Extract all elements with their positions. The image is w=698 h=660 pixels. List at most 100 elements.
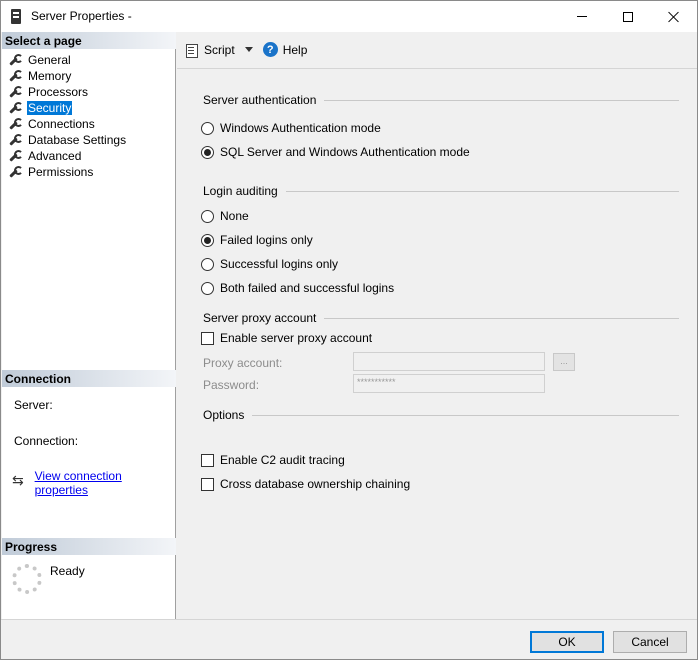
- enable-proxy-label: Enable server proxy account: [220, 331, 373, 345]
- group-divider: [252, 414, 679, 416]
- page-label: Advanced: [28, 149, 82, 163]
- server-auth-group: Server authentication: [203, 93, 679, 107]
- audit-both-radio[interactable]: [201, 281, 214, 295]
- enable-proxy-checkbox[interactable]: [201, 331, 214, 345]
- progress-spinner-icon: [12, 564, 42, 594]
- server-auth-title: Server authentication: [203, 93, 317, 107]
- wrench-icon: [7, 117, 23, 131]
- page-item-security[interactable]: Security: [7, 100, 127, 116]
- help-button[interactable]: Help: [283, 43, 308, 57]
- group-divider: [324, 99, 679, 101]
- close-button[interactable]: [651, 1, 697, 32]
- wrench-icon: [7, 53, 23, 67]
- proxy-title: Server proxy account: [203, 311, 317, 325]
- password-field[interactable]: ***********: [353, 374, 545, 393]
- security-page: Server authentication Windows Authentica…: [177, 70, 697, 619]
- wrench-icon: [7, 101, 23, 115]
- group-divider: [324, 317, 679, 319]
- proxy-group: Server proxy account: [203, 311, 679, 325]
- windows-auth-radio[interactable]: [201, 121, 214, 135]
- page-item-connections[interactable]: Connections: [7, 116, 127, 132]
- maximize-button[interactable]: [605, 1, 651, 32]
- group-divider: [285, 190, 679, 192]
- login-auditing-group: Login auditing: [203, 184, 679, 198]
- progress-row: Ready: [12, 564, 85, 594]
- audit-both-label: Both failed and successful logins: [220, 281, 395, 295]
- c2-audit-label: Enable C2 audit tracing: [220, 453, 345, 467]
- enable-proxy-option[interactable]: Enable server proxy account: [201, 331, 372, 345]
- page-label: General: [28, 53, 71, 67]
- wrench-icon: [7, 85, 23, 99]
- proxy-browse-button[interactable]: ...: [553, 353, 575, 371]
- ok-button[interactable]: OK: [530, 631, 604, 653]
- script-dropdown-icon[interactable]: [244, 47, 253, 52]
- help-icon: ?: [262, 42, 278, 57]
- server-properties-dialog: Server Properties - Select a page Genera…: [0, 0, 698, 660]
- script-icon: [185, 43, 198, 58]
- page-label: Security: [27, 101, 73, 115]
- page-item-database-settings[interactable]: Database Settings: [7, 132, 127, 148]
- cancel-button[interactable]: Cancel: [613, 631, 687, 653]
- connection-header: Connection: [2, 370, 176, 387]
- page-label: Permissions: [28, 165, 94, 179]
- select-page-header: Select a page: [2, 32, 176, 49]
- login-auditing-title: Login auditing: [203, 184, 278, 198]
- page-label: Processors: [28, 85, 89, 99]
- cross-db-label: Cross database ownership chaining: [220, 477, 411, 491]
- audit-failed-label: Failed logins only: [220, 233, 313, 247]
- options-group: Options: [203, 408, 679, 422]
- proxy-account-label: Proxy account:: [203, 356, 283, 370]
- audit-failed-radio[interactable]: [201, 233, 214, 247]
- c2-audit-checkbox[interactable]: [201, 453, 214, 467]
- button-bar: OK Cancel: [1, 619, 697, 659]
- wrench-icon: [7, 149, 23, 163]
- view-connection-properties-link[interactable]: View connection properties: [35, 469, 175, 497]
- audit-failed-option[interactable]: Failed logins only: [201, 233, 313, 247]
- page-label: Connections: [28, 117, 95, 131]
- progress-header: Progress: [2, 538, 176, 555]
- options-title: Options: [203, 408, 245, 422]
- audit-none-option[interactable]: None: [201, 209, 249, 223]
- audit-successful-label: Successful logins only: [220, 257, 339, 271]
- left-pane: Select a page General Memory Processors …: [2, 32, 176, 619]
- audit-none-radio[interactable]: [201, 209, 214, 223]
- page-label: Database Settings: [28, 133, 127, 147]
- mixed-auth-radio[interactable]: [201, 145, 214, 159]
- minimize-button[interactable]: [559, 1, 605, 32]
- mixed-auth-option[interactable]: SQL Server and Windows Authentication mo…: [201, 145, 470, 159]
- progress-status: Ready: [50, 564, 85, 578]
- page-item-permissions[interactable]: Permissions: [7, 164, 127, 180]
- minimize-icon: [577, 16, 587, 17]
- windows-auth-label: Windows Authentication mode: [220, 121, 381, 135]
- audit-none-label: None: [220, 209, 249, 223]
- cross-db-checkbox[interactable]: [201, 477, 214, 491]
- cross-db-option[interactable]: Cross database ownership chaining: [201, 477, 410, 491]
- window-title: Server Properties -: [31, 9, 132, 23]
- windows-auth-option[interactable]: Windows Authentication mode: [201, 121, 381, 135]
- page-item-general[interactable]: General: [7, 52, 127, 68]
- script-button[interactable]: Script: [204, 43, 235, 57]
- server-icon: [11, 9, 21, 24]
- wrench-icon: [7, 69, 23, 83]
- page-label: Memory: [28, 69, 72, 83]
- view-connection-row: View connection properties: [12, 469, 175, 497]
- page-item-processors[interactable]: Processors: [7, 84, 127, 100]
- password-label: Password:: [203, 378, 260, 392]
- audit-successful-option[interactable]: Successful logins only: [201, 257, 338, 271]
- toolbar-row: Script ? Help: [185, 42, 308, 58]
- mixed-auth-label: SQL Server and Windows Authentication mo…: [220, 145, 470, 159]
- connection-properties-icon: [12, 473, 28, 490]
- maximize-icon: [623, 11, 633, 22]
- server-label: Server:: [14, 398, 53, 412]
- audit-both-option[interactable]: Both failed and successful logins: [201, 281, 394, 295]
- page-item-advanced[interactable]: Advanced: [7, 148, 127, 164]
- proxy-account-field[interactable]: [353, 352, 545, 371]
- wrench-icon: [7, 165, 23, 179]
- toolbar: Script ? Help: [177, 32, 697, 69]
- audit-successful-radio[interactable]: [201, 257, 214, 271]
- close-icon: [668, 11, 680, 23]
- page-item-memory[interactable]: Memory: [7, 68, 127, 84]
- title-bar: Server Properties -: [1, 1, 697, 32]
- wrench-icon: [7, 133, 23, 147]
- c2-audit-option[interactable]: Enable C2 audit tracing: [201, 453, 345, 467]
